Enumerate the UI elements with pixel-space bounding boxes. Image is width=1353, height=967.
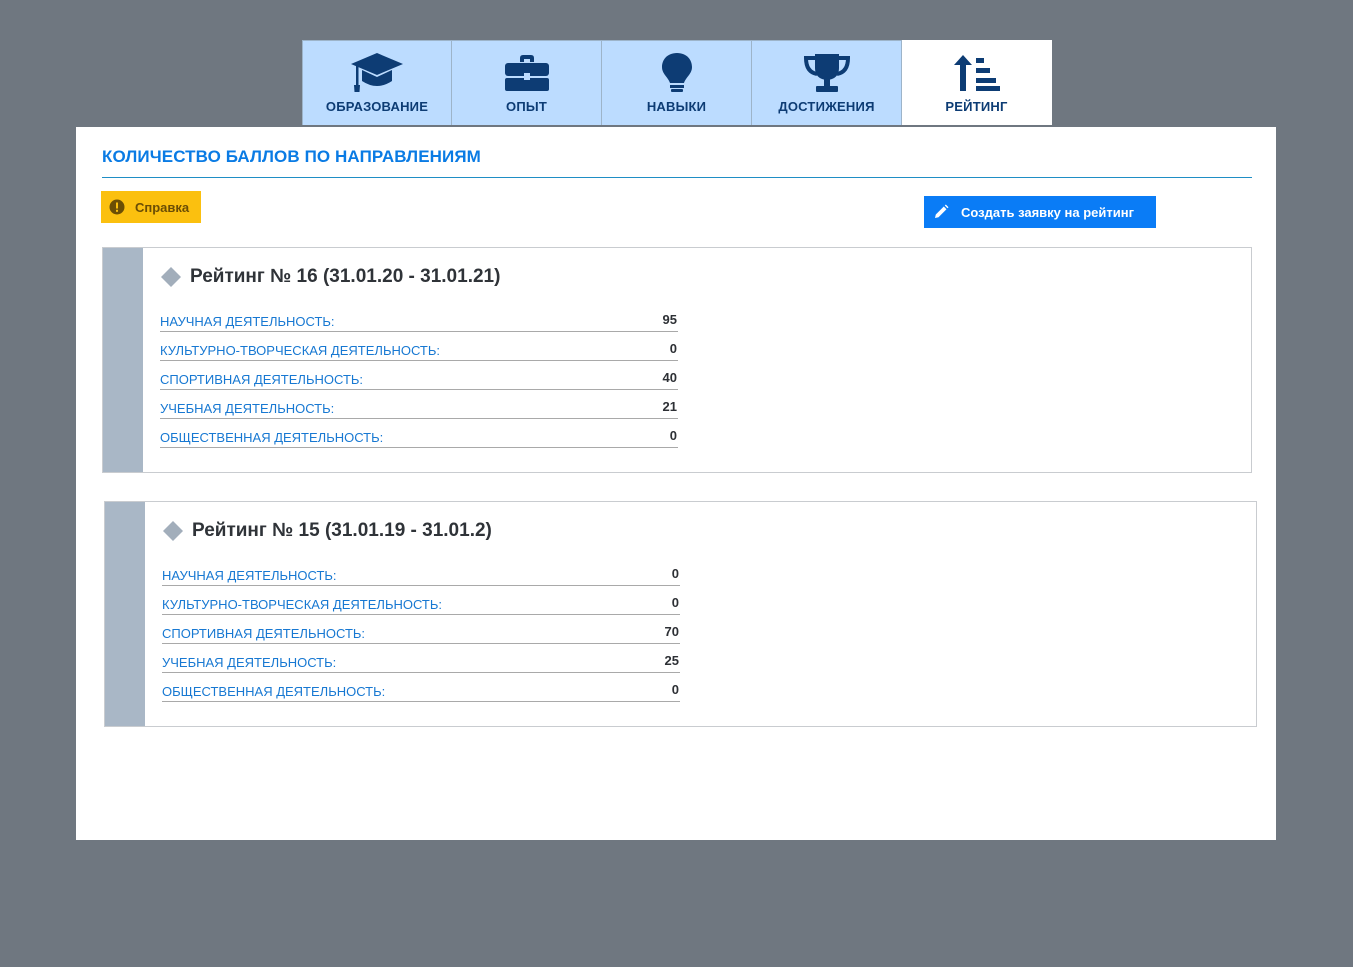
tab-experience-label: ОПЫТ xyxy=(506,99,547,114)
create-rating-request-button[interactable]: Создать заявку на рейтинг xyxy=(924,196,1156,228)
tab-rating-label: РЕЙТИНГ xyxy=(945,99,1008,114)
tab-experience[interactable]: ОПЫТ xyxy=(452,40,602,125)
score-list: НАУЧНАЯ ДЕЯТЕЛЬНОСТЬ: 95 КУЛЬТУРНО-ТВОРЧ… xyxy=(160,303,678,448)
score-label: КУЛЬТУРНО-ТВОРЧЕСКАЯ ДЕЯТЕЛЬНОСТЬ: xyxy=(160,343,441,358)
diamond-icon xyxy=(161,267,181,287)
tab-education[interactable]: ОБРАЗОВАНИЕ xyxy=(302,40,452,125)
trophy-icon xyxy=(797,50,857,96)
score-row: КУЛЬТУРНО-ТВОРЧЕСКАЯ ДЕЯТЕЛЬНОСТЬ: 0 xyxy=(160,332,678,361)
score-label: НАУЧНАЯ ДЕЯТЕЛЬНОСТЬ: xyxy=(160,314,335,329)
score-value: 25 xyxy=(664,653,679,668)
card-stripe xyxy=(105,502,145,726)
score-label: НАУЧНАЯ ДЕЯТЕЛЬНОСТЬ: xyxy=(162,568,337,583)
help-button[interactable]: Справка xyxy=(101,191,201,223)
score-value: 70 xyxy=(664,624,679,639)
score-value: 0 xyxy=(671,566,679,581)
tab-skills-label: НАВЫКИ xyxy=(646,99,707,114)
create-rating-request-label: Создать заявку на рейтинг xyxy=(961,204,1134,220)
score-row: ОБЩЕСТВЕННАЯ ДЕЯТЕЛЬНОСТЬ: 0 xyxy=(160,419,678,448)
graduation-cap-icon xyxy=(347,50,407,96)
score-list: НАУЧНАЯ ДЕЯТЕЛЬНОСТЬ: 0 КУЛЬТУРНО-ТВОРЧЕ… xyxy=(162,557,680,702)
tab-achievements[interactable]: ДОСТИЖЕНИЯ xyxy=(752,40,902,125)
score-label: СПОРТИВНАЯ ДЕЯТЕЛЬНОСТЬ: xyxy=(160,372,364,387)
rating-title: Рейтинг № 15 (31.01.19 - 31.01.2) xyxy=(192,520,492,541)
score-row: КУЛЬТУРНО-ТВОРЧЕСКАЯ ДЕЯТЕЛЬНОСТЬ: 0 xyxy=(162,586,680,615)
score-value: 40 xyxy=(662,370,677,385)
briefcase-icon xyxy=(497,50,557,96)
lightbulb-icon xyxy=(647,50,707,96)
score-label: СПОРТИВНАЯ ДЕЯТЕЛЬНОСТЬ: xyxy=(162,626,366,641)
diamond-icon xyxy=(163,521,183,541)
score-value: 21 xyxy=(662,399,677,414)
score-label: ОБЩЕСТВЕННАЯ ДЕЯТЕЛЬНОСТЬ: xyxy=(160,430,384,445)
help-button-label: Справка xyxy=(135,199,190,215)
score-row: УЧЕБНАЯ ДЕЯТЕЛЬНОСТЬ: 21 xyxy=(160,390,678,419)
tab-education-label: ОБРАЗОВАНИЕ xyxy=(325,99,429,114)
score-row: СПОРТИВНАЯ ДЕЯТЕЛЬНОСТЬ: 70 xyxy=(162,615,680,644)
card-header: Рейтинг № 16 (31.01.20 - 31.01.21) xyxy=(160,266,500,288)
score-label: КУЛЬТУРНО-ТВОРЧЕСКАЯ ДЕЯТЕЛЬНОСТЬ: xyxy=(162,597,443,612)
score-value: 0 xyxy=(669,428,677,443)
score-row: НАУЧНАЯ ДЕЯТЕЛЬНОСТЬ: 0 xyxy=(162,557,680,586)
rating-title: Рейтинг № 16 (31.01.20 - 31.01.21) xyxy=(190,266,501,287)
score-value: 0 xyxy=(671,595,679,610)
section-title: КОЛИЧЕСТВО БАЛЛОВ ПО НАПРАВЛЕНИЯМ xyxy=(102,147,1252,178)
score-row: ОБЩЕСТВЕННАЯ ДЕЯТЕЛЬНОСТЬ: 0 xyxy=(162,673,680,702)
tab-rating[interactable]: РЕЙТИНГ xyxy=(902,40,1052,125)
rating-card: Рейтинг № 15 (31.01.19 - 31.01.2) НАУЧНА… xyxy=(104,501,1257,727)
score-value: 0 xyxy=(671,682,679,697)
score-value: 95 xyxy=(662,312,677,327)
rating-panel: КОЛИЧЕСТВО БАЛЛОВ ПО НАПРАВЛЕНИЯМ Справк… xyxy=(76,127,1276,840)
score-label: УЧЕБНАЯ ДЕЯТЕЛЬНОСТЬ: xyxy=(160,401,335,416)
profile-tabs: ОБРАЗОВАНИЕ ОПЫТ НАВЫКИ ДОСТИЖЕНИЯ РЕЙТИ… xyxy=(302,40,1052,125)
score-row: НАУЧНАЯ ДЕЯТЕЛЬНОСТЬ: 95 xyxy=(160,303,678,332)
rating-card: Рейтинг № 16 (31.01.20 - 31.01.21) НАУЧН… xyxy=(102,247,1252,473)
pencil-icon xyxy=(935,204,949,218)
exclamation-circle-icon xyxy=(109,199,125,215)
score-value: 0 xyxy=(669,341,677,356)
card-stripe xyxy=(103,248,143,472)
tab-skills[interactable]: НАВЫКИ xyxy=(602,40,752,125)
score-label: УЧЕБНАЯ ДЕЯТЕЛЬНОСТЬ: xyxy=(162,655,337,670)
tab-achievements-label: ДОСТИЖЕНИЯ xyxy=(778,99,875,114)
card-header: Рейтинг № 15 (31.01.19 - 31.01.2) xyxy=(162,520,492,542)
sort-amount-up-icon xyxy=(947,50,1007,96)
score-row: СПОРТИВНАЯ ДЕЯТЕЛЬНОСТЬ: 40 xyxy=(160,361,678,390)
score-row: УЧЕБНАЯ ДЕЯТЕЛЬНОСТЬ: 25 xyxy=(162,644,680,673)
score-label: ОБЩЕСТВЕННАЯ ДЕЯТЕЛЬНОСТЬ: xyxy=(162,684,386,699)
